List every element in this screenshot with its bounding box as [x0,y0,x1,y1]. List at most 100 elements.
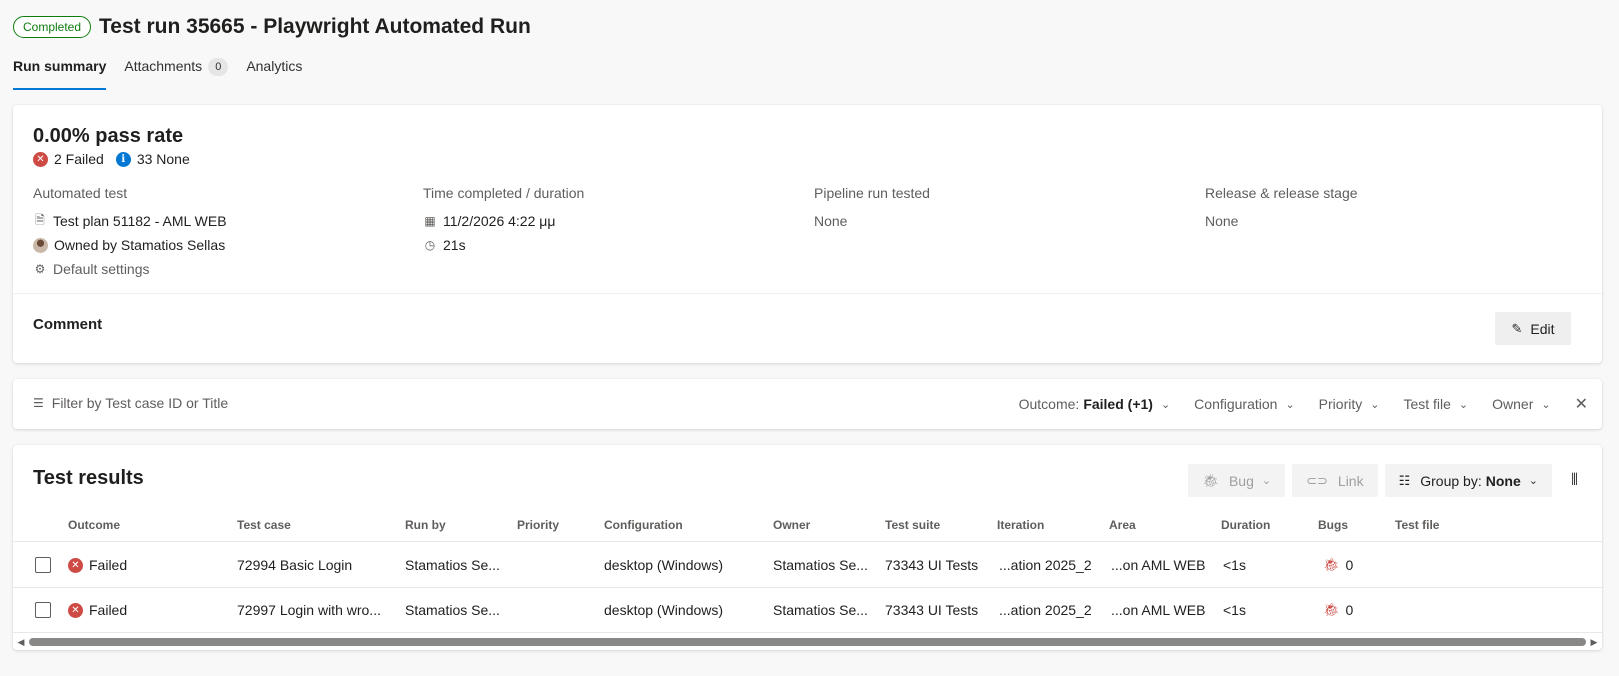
run-by-cell: Stamatios Se... [405,557,500,573]
test-suite-cell: 73343 UI Tests [885,557,979,573]
pass-rate: 0.00% pass rate [33,125,184,147]
bugs-cell: 0 [1345,557,1354,573]
owner-cell: Stamatios Se... [773,557,868,573]
pipeline-value: None [814,213,848,229]
test-plan-icon: 🗎 [35,212,45,227]
automated-test-section: Automated test 🗎 Test plan 51182 - AML W… [33,185,227,281]
area-cell: ...on AML WEB [1111,602,1206,618]
link-icon: ⊂⊃ [1306,472,1328,488]
run-by-cell: Stamatios Se... [405,602,500,618]
table-row[interactable]: ✕ Failed 72994 Basic Login Stamatios Se.… [13,543,1602,588]
group-by-dropdown[interactable]: ☷ Group by: None ⌄ [1384,464,1552,497]
tab-attachments[interactable]: Attachments 0 [124,56,229,90]
group-by-label: Group by: [1420,472,1482,489]
test-case-cell[interactable]: 72994 Basic Login [237,543,352,587]
column-header[interactable]: Configuration [604,512,683,538]
duration-cell: <1s [1223,602,1246,618]
configuration-cell: desktop (Windows) [604,602,724,618]
list-icon: ☷ [1398,472,1411,488]
scroll-left-icon[interactable]: ◀ [13,637,29,648]
duration-cell: <1s [1223,557,1246,573]
column-header[interactable]: Test suite [885,512,940,538]
iteration-cell: ...ation 2025_2 [999,602,1092,618]
column-header[interactable]: Iteration [997,512,1044,538]
test-file-filter[interactable]: Test file ⌄ [1403,396,1468,412]
configuration-filter[interactable]: Configuration ⌄ [1194,396,1295,412]
comment-label: Comment [33,316,103,333]
duration-value: 21s [443,237,466,253]
column-options-icon[interactable]: ⦀ [1571,472,1578,490]
test-file-filter-label: Test file [1403,396,1451,412]
priority-filter-label: Priority [1318,396,1363,412]
chevron-down-icon: ⌄ [1458,398,1469,411]
pipeline-section: Pipeline run tested None [814,185,930,233]
tab-bar: Run summary Attachments 0 Analytics [13,56,320,90]
failed-icon: ✕ [68,602,83,618]
bug-label: Bug [1228,472,1254,489]
bug-button[interactable]: 🐞︎ Bug ⌄ [1188,464,1286,497]
outcome-filter[interactable]: Outcome: Failed (+1) ⌄ [1019,396,1171,412]
none-count: 33 None [136,151,190,167]
release-section: Release & release stage None [1205,185,1358,233]
filter-dropdowns: Outcome: Failed (+1) ⌄ Configuration ⌄ P… [1019,394,1588,414]
filter-icon: ☰ [33,396,44,410]
horizontal-scrollbar[interactable]: ◀ ▶ [13,634,1602,650]
run-summary-card: 0.00% pass rate ✕ 2 Failed i 33 None Aut… [13,105,1602,363]
tab-run-summary[interactable]: Run summary [13,56,107,90]
column-header[interactable]: Run by [405,512,446,538]
test-suite-cell: 73343 UI Tests [885,602,979,618]
outcome-cell: Failed [89,602,128,618]
priority-filter[interactable]: Priority ⌄ [1319,396,1380,412]
close-icon[interactable]: ✕ [1575,394,1588,414]
test-case-cell[interactable]: 72997 Login with wro... [237,588,381,632]
results-grid-header: Outcome Test case Run by Priority Config… [13,512,1602,542]
pencil-icon: ✎ [1511,320,1523,336]
configuration-cell: desktop (Windows) [604,557,724,573]
calendar-icon: ▦ [424,214,436,228]
automated-test-label: Automated test [33,185,128,201]
test-plan-link[interactable]: 🗎 Test plan 51182 - AML WEB [33,209,227,233]
avatar [33,237,48,253]
column-header[interactable]: Test case [237,512,291,538]
outcome-counts: ✕ 2 Failed i 33 None [33,151,190,167]
row-checkbox[interactable] [35,602,51,618]
results-title: Test results [33,467,144,489]
column-header[interactable]: Duration [1221,512,1270,538]
row-checkbox[interactable] [35,557,51,573]
results-toolbar: 🐞︎ Bug ⌄ ⊂⊃ Link ☷ Group by: None ⌄ ⦀ [1188,464,1578,497]
column-header[interactable]: Area [1109,512,1136,538]
column-header[interactable]: Outcome [68,512,120,538]
owner-filter[interactable]: Owner ⌄ [1492,396,1550,412]
filter-placeholder: Filter by Test case ID or Title [51,395,229,411]
group-by-value: None [1485,472,1521,489]
chevron-down-icon: ⌄ [1285,398,1295,411]
chevron-down-icon: ⌄ [1261,475,1272,487]
tab-label: Attachments [124,58,203,74]
scrollbar-thumb[interactable] [29,638,1586,646]
outcome-cell: Failed [89,557,128,573]
gear-icon: ⚙ [34,262,46,276]
page-header: Completed Test run 35665 - Playwright Au… [13,15,531,39]
edit-label: Edit [1530,320,1555,337]
filter-bar: ☰ Filter by Test case ID or Title Outcom… [13,379,1602,429]
link-button[interactable]: ⊂⊃ Link [1292,464,1378,497]
completed-row: ▦ 11/2/2026 4:22 μμ [423,209,584,233]
column-header[interactable]: Priority [517,512,559,538]
tab-label: Run summary [13,58,107,74]
filter-input[interactable]: ☰ Filter by Test case ID or Title [33,395,228,411]
link-label: Link [1337,472,1364,489]
chevron-down-icon: ⌄ [1541,398,1551,411]
area-cell: ...on AML WEB [1111,557,1206,573]
column-header[interactable]: Owner [773,512,810,538]
chevron-down-icon: ⌄ [1528,475,1538,487]
tab-analytics[interactable]: Analytics [246,56,302,90]
test-plan-text: Test plan 51182 - AML WEB [53,213,227,229]
iteration-cell: ...ation 2025_2 [999,557,1092,573]
table-row[interactable]: ✕ Failed 72997 Login with wro... Stamati… [13,588,1602,633]
edit-comment-button[interactable]: ✎ Edit [1495,312,1571,345]
column-header[interactable]: Test file [1395,512,1439,538]
scroll-right-icon[interactable]: ▶ [1586,637,1602,648]
page-title: Test run 35665 - Playwright Automated Ru… [99,15,531,38]
default-settings-link[interactable]: ⚙ Default settings [33,257,227,281]
column-header[interactable]: Bugs [1318,512,1348,538]
